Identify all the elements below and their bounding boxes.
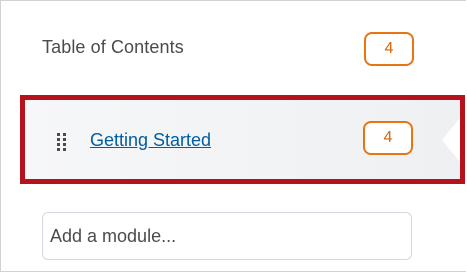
pointer-arrow-icon (442, 118, 460, 162)
add-module-input[interactable] (42, 212, 412, 260)
toc-header-row[interactable]: Table of Contents 4 (1, 1, 466, 96)
toc-count-badge: 4 (364, 32, 414, 66)
toc-panel: Table of Contents 4 Getting Started 4 (0, 0, 466, 272)
drag-handle-icon[interactable] (57, 133, 67, 151)
module-item-getting-started[interactable]: Getting Started 4 (20, 95, 465, 184)
toc-label[interactable]: Table of Contents (42, 37, 184, 58)
module-count-badge: 4 (363, 121, 413, 155)
module-link[interactable]: Getting Started (90, 130, 211, 151)
